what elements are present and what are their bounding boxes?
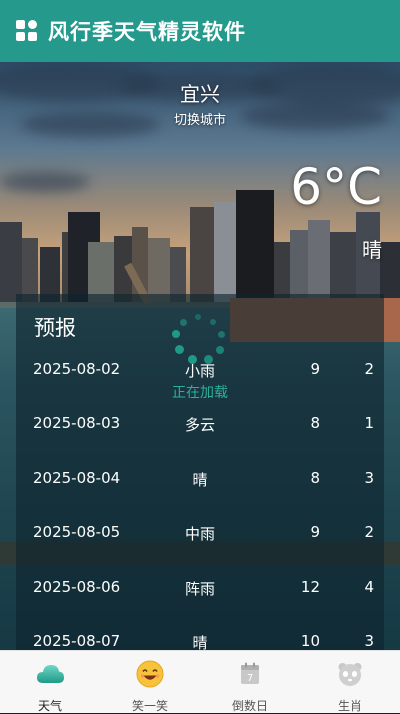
forecast-date: 2025-08-07 (33, 632, 121, 650)
forecast-row: 2025-08-04 晴 8 3 (16, 469, 384, 493)
tab-label: 天气 (37, 699, 62, 713)
app-bar: 风行季天气精灵软件 (0, 0, 400, 62)
forecast-low: 4 (364, 578, 374, 596)
forecast-title: 预报 (34, 316, 76, 340)
forecast-low: 3 (364, 469, 374, 487)
current-temperature: 6°C (290, 158, 382, 216)
forecast-condition: 多云 (184, 416, 215, 434)
cloud-icon (37, 665, 64, 683)
tab-weather[interactable]: 天气 (0, 651, 100, 713)
tab-label: 生肖 (337, 699, 362, 713)
forecast-row: 2025-08-03 多云 8 1 (16, 414, 384, 438)
loading-text: 正在加载 (172, 385, 228, 401)
forecast-high: 8 (310, 414, 320, 432)
forecast-condition: 晴 (192, 471, 208, 489)
city-name: 宜兴 (180, 82, 220, 106)
forecast-high: 9 (310, 360, 320, 378)
tab-jokes[interactable]: 笑一笑 (100, 651, 200, 713)
forecast-high: 9 (310, 523, 320, 541)
forecast-date: 2025-08-03 (33, 414, 121, 432)
forecast-row: 2025-08-06 阵雨 12 4 (16, 578, 384, 602)
switch-city-link[interactable]: 切换城市 (0, 109, 400, 128)
app-menu-icon[interactable] (16, 20, 38, 42)
bottom-tab-bar: 天气 笑一笑 7 倒数日 生肖 (0, 650, 400, 713)
forecast-date: 2025-08-04 (33, 469, 121, 487)
forecast-low: 1 (364, 414, 374, 432)
forecast-row: 2025-08-05 中雨 9 2 (16, 523, 384, 547)
forecast-date: 2025-08-06 (33, 578, 121, 596)
forecast-high: 10 (300, 632, 320, 650)
forecast-high: 8 (310, 469, 320, 487)
forecast-high: 12 (300, 578, 320, 596)
forecast-low: 2 (364, 360, 374, 378)
tab-countdown[interactable]: 7 倒数日 (200, 651, 300, 713)
forecast-date: 2025-08-02 (33, 360, 121, 378)
current-condition: 晴 (362, 238, 382, 262)
calendar-day: 7 (247, 673, 253, 684)
forecast-condition: 中雨 (184, 525, 215, 543)
forecast-low: 2 (364, 523, 374, 541)
app-title: 风行季天气精灵软件 (48, 20, 246, 44)
forecast-low: 3 (364, 632, 374, 650)
tab-zodiac[interactable]: 生肖 (300, 651, 400, 713)
forecast-date: 2025-08-05 (33, 523, 121, 541)
forecast-condition: 阵雨 (184, 580, 215, 598)
tab-label: 笑一笑 (131, 699, 168, 713)
zodiac-icon (338, 663, 362, 686)
smiley-icon (136, 660, 164, 688)
tab-label: 倒数日 (231, 699, 268, 713)
calendar-icon: 7 (241, 662, 259, 684)
